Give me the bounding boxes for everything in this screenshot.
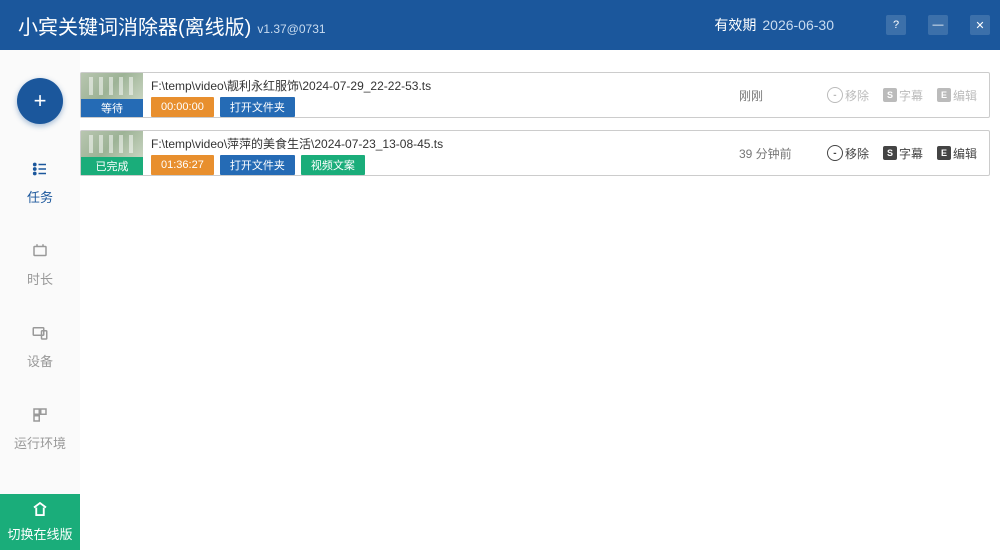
sidebar-item-label: 时长	[27, 269, 53, 288]
expiry-date: 2026-06-30	[762, 17, 834, 33]
sidebar-item-duration[interactable]: 时长	[27, 242, 53, 288]
sidebar-item-label: 设备	[27, 351, 53, 370]
task-duration-badge: 01:36:27	[151, 155, 214, 175]
subtitle-icon: S	[883, 88, 897, 102]
help-icon: ?	[893, 19, 899, 31]
close-icon: ✕	[975, 19, 984, 32]
sidebar-item-tasks[interactable]: 任务	[27, 160, 53, 206]
task-time: 39 分钟前	[739, 131, 819, 175]
task-thumbnail	[81, 73, 143, 99]
task-path: F:\temp\video\靓利永红服饰\2024-07-29_22-22-53…	[151, 77, 731, 93]
edit-icon: E	[937, 88, 951, 102]
task-thumbnail	[81, 131, 143, 157]
task-status: 已完成	[81, 157, 143, 175]
devices-icon	[31, 324, 49, 347]
app-title: 小宾关键词消除器(离线版)	[18, 11, 251, 40]
sidebar-item-label: 任务	[27, 187, 53, 206]
subtitle-button[interactable]: S 字幕	[883, 87, 923, 104]
task-status: 等待	[81, 99, 143, 117]
sidebar-item-runtime[interactable]: 运行环境	[14, 406, 66, 452]
edit-button[interactable]: E 编辑	[937, 145, 977, 162]
edit-icon: E	[937, 146, 951, 160]
remove-button[interactable]: - 移除	[827, 145, 869, 162]
task-row: 等待 F:\temp\video\靓利永红服饰\2024-07-29_22-22…	[80, 72, 990, 118]
open-folder-button[interactable]: 打开文件夹	[220, 97, 295, 117]
switch-online-button[interactable]: 切换在线版	[0, 494, 80, 550]
plus-icon: +	[34, 88, 47, 114]
subtitle-icon: S	[883, 146, 897, 160]
task-path: F:\temp\video\萍萍的美食生活\2024-07-23_13-08-4…	[151, 135, 731, 151]
edit-button[interactable]: E 编辑	[937, 87, 977, 104]
task-time: 刚刚	[739, 73, 819, 117]
task-list: 等待 F:\temp\video\靓利永红服饰\2024-07-29_22-22…	[80, 50, 1000, 550]
minimize-button[interactable]: —	[928, 15, 948, 35]
app-version: v1.37@0731	[257, 22, 325, 50]
help-button[interactable]: ?	[886, 15, 906, 35]
sidebar: + 任务 时长 设备	[0, 50, 80, 550]
minimize-icon: —	[933, 19, 944, 31]
remove-icon: -	[827, 145, 843, 161]
video-script-button[interactable]: 视频文案	[301, 155, 365, 175]
switch-label: 切换在线版	[7, 524, 72, 543]
task-duration-badge: 00:00:00	[151, 97, 214, 117]
close-button[interactable]: ✕	[970, 15, 990, 35]
task-row: 已完成 F:\temp\video\萍萍的美食生活\2024-07-23_13-…	[80, 130, 990, 176]
sidebar-item-devices[interactable]: 设备	[27, 324, 53, 370]
sidebar-item-label: 运行环境	[14, 433, 66, 452]
expiry-label: 有效期	[714, 15, 756, 35]
add-button[interactable]: +	[17, 78, 63, 124]
titlebar: 小宾关键词消除器(离线版) v1.37@0731 有效期 2026-06-30 …	[0, 0, 1000, 50]
duration-icon	[31, 242, 49, 265]
remove-button[interactable]: - 移除	[827, 87, 869, 104]
tasks-icon	[31, 160, 49, 183]
subtitle-button[interactable]: S 字幕	[883, 145, 923, 162]
remove-icon: -	[827, 87, 843, 103]
open-folder-button[interactable]: 打开文件夹	[220, 155, 295, 175]
runtime-icon	[31, 406, 49, 429]
switch-icon	[31, 501, 49, 522]
